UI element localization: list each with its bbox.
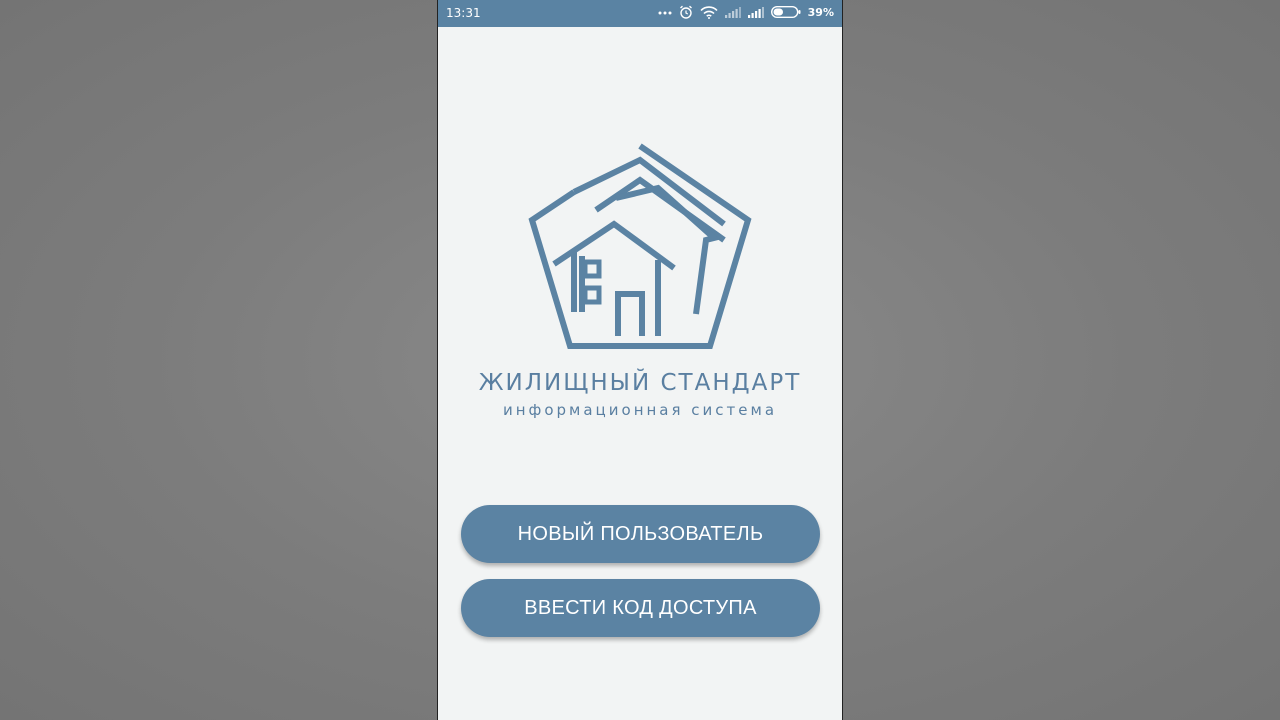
more-dots-icon <box>658 9 672 15</box>
status-time: 13:31 <box>446 6 481 20</box>
battery-percent: 39% <box>807 5 834 19</box>
enter-access-code-button[interactable]: ВВЕСТИ КОД ДОСТУПА <box>461 579 820 637</box>
alarm-icon <box>679 5 693 19</box>
new-user-button[interactable]: НОВЫЙ ПОЛЬЗОВАТЕЛЬ <box>461 505 820 563</box>
status-bar: 13:31 39% <box>438 0 842 27</box>
signal-icon-2 <box>747 6 764 18</box>
brand-subtitle: информационная система <box>502 401 778 419</box>
phone-screen: 13:31 39% ЖИЛИЩНЫЙ СТАНДАРТ информационн… <box>437 0 843 720</box>
house-pentagon-logo-icon <box>528 140 752 352</box>
wifi-icon <box>700 5 718 19</box>
status-icons: 39% <box>658 5 834 19</box>
brand-title: ЖИЛИЩНЫЙ СТАНДАРТ <box>478 370 802 396</box>
battery-icon <box>770 6 801 18</box>
signal-icon-1 <box>724 6 741 18</box>
